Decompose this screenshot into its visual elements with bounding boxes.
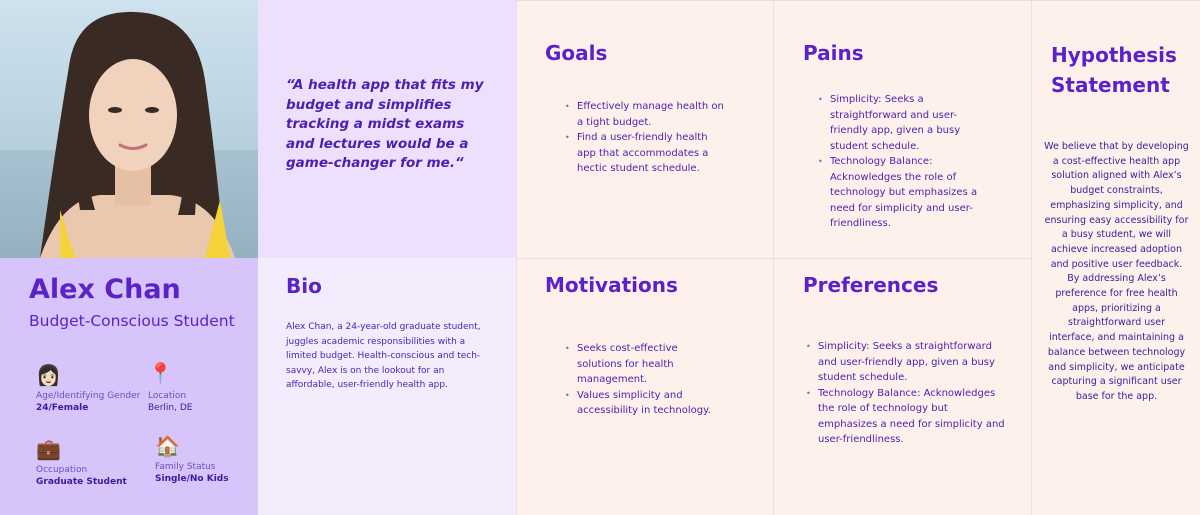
preferences-card: Preferences Simplicity: Seeks a straight…	[773, 258, 1031, 515]
goals-title: Goals	[545, 41, 608, 65]
bio-text: Alex Chan, a 24-year-old graduate studen…	[286, 322, 481, 390]
quote-card: “A health app that fits my budget and si…	[258, 0, 516, 258]
motivations-card: Motivations Seeks cost-effective solutio…	[516, 258, 774, 515]
list-item: Find a user-friendly health app that acc…	[565, 130, 725, 177]
hypothesis-text: We believe that by developing a cost-eff…	[1044, 141, 1189, 402]
persona-role: Budget-Conscious Student	[29, 312, 235, 330]
attribute-label: Age/Identifying Gender	[36, 391, 141, 401]
attribute-occupation: 💼 Occupation Graduate Student	[36, 438, 146, 487]
list-item: Seeks cost-effective solutions for healt…	[565, 341, 715, 388]
preferences-list: Simplicity: Seeks a straightforward and …	[806, 339, 1006, 448]
location-pin-icon: 📍	[148, 361, 173, 385]
profile-panel: Alex Chan Budget-Conscious Student 👩🏻 Ag…	[0, 258, 258, 515]
pains-list: Simplicity: Seeks a straightforward and …	[818, 92, 978, 232]
bio-card: Bio Alex Chan, a 24-year-old graduate st…	[258, 258, 516, 515]
attribute-value: Berlin, DE	[148, 403, 193, 413]
list-item: Technology Balance: Acknowledges the rol…	[806, 386, 1006, 448]
persona-name: Alex Chan	[29, 274, 181, 305]
persona-quote: “A health app that fits my budget and si…	[286, 77, 484, 171]
list-item: Values simplicity and accessibility in t…	[565, 388, 715, 419]
motivations-title: Motivations	[545, 273, 678, 297]
hypothesis-title: Hypothesis Statement	[1051, 43, 1177, 97]
list-item: Technology Balance: Acknowledges the rol…	[818, 154, 978, 232]
preferences-title: Preferences	[803, 273, 939, 297]
attribute-location: 📍 Location Berlin, DE	[148, 362, 258, 413]
list-item: Effectively manage health on a tight bud…	[565, 99, 725, 130]
pains-card: Pains Simplicity: Seeks a straightforwar…	[773, 0, 1031, 258]
house-icon: 🏠	[155, 434, 180, 458]
pains-title: Pains	[803, 41, 864, 65]
attribute-label: Occupation	[36, 465, 88, 475]
attribute-family-status: 🏠 Family Status Single/No Kids	[155, 435, 265, 484]
motivations-list: Seeks cost-effective solutions for healt…	[565, 341, 715, 419]
briefcase-icon: 💼	[36, 437, 61, 461]
attribute-value: Graduate Student	[36, 477, 127, 487]
persona-photo	[0, 0, 258, 258]
goals-card: Goals Effectively manage health on a tig…	[516, 0, 774, 258]
goals-list: Effectively manage health on a tight bud…	[565, 99, 725, 177]
woman-icon: 👩🏻	[36, 363, 61, 387]
bio-title: Bio	[286, 274, 322, 298]
list-item: Simplicity: Seeks a straightforward and …	[818, 92, 978, 154]
hypothesis-card: Hypothesis Statement We believe that by …	[1031, 0, 1200, 515]
attribute-age-gender: 👩🏻 Age/Identifying Gender 24/Female	[36, 364, 146, 413]
attribute-label: Location	[148, 391, 187, 401]
attribute-value: 24/Female	[36, 403, 89, 413]
attribute-label: Family Status	[155, 462, 216, 472]
attribute-value: Single/No Kids	[155, 474, 229, 484]
list-item: Simplicity: Seeks a straightforward and …	[806, 339, 1006, 386]
